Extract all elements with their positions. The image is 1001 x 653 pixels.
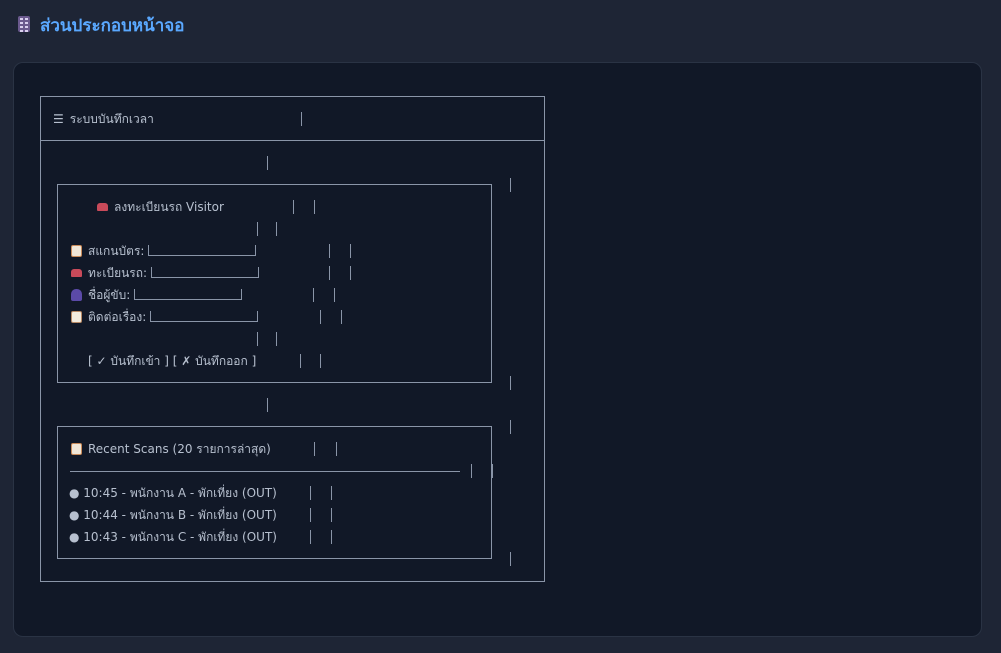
driver-name-input[interactable]: [134, 289, 243, 300]
app-title: ระบบบันทึกเวลา: [69, 112, 154, 126]
check-in-button[interactable]: ✓ บันทึกเข้า: [97, 354, 161, 368]
driver-name-row: ชื่อผู้ขับ:: [71, 288, 243, 302]
page-title: ส่วนประกอบหน้าจอ: [40, 16, 185, 36]
license-plate-input[interactable]: [150, 267, 259, 278]
list-item: ● 10:45 - พนักงาน A - พักเที่ยง (OUT): [69, 486, 277, 500]
license-plate-row: ทะเบียนรถ:: [71, 266, 259, 280]
visitor-title: ลงทะเบียนรถ Visitor: [114, 200, 224, 214]
purpose-row: ติดต่อเรื่อง:: [71, 310, 259, 324]
purpose-input[interactable]: [150, 311, 259, 322]
memo-icon: [71, 311, 82, 323]
clipboard-icon: [71, 245, 82, 257]
page-header: ส่วนประกอบหน้าจอ: [0, 0, 1001, 48]
screen-wireframe-panel: ☰ ระบบบันทึกเวลา ลงทะเบียนรถ Visitor สแกน…: [13, 62, 982, 637]
scan-card-input[interactable]: [148, 245, 257, 256]
recent-title: Recent Scans (20 รายการล่าสุด): [88, 442, 271, 456]
clipboard-icon: [71, 443, 82, 455]
menu-icon[interactable]: ☰: [53, 112, 64, 126]
car-icon: [97, 203, 108, 211]
recent-divider: [70, 471, 460, 472]
list-item: ● 10:44 - พนักงาน B - พักเที่ยง (OUT): [69, 508, 277, 522]
app-title-row: ☰ ระบบบันทึกเวลา: [53, 112, 154, 126]
abacus-icon: [18, 16, 30, 32]
title-divider: [40, 140, 545, 141]
car-icon: [71, 269, 82, 277]
check-out-button[interactable]: ✗ บันทึกออก: [181, 354, 248, 368]
list-item: ● 10:43 - พนักงาน C - พักเที่ยง (OUT): [69, 530, 277, 544]
recent-title-row: Recent Scans (20 รายการล่าสุด): [71, 442, 271, 456]
user-icon: [71, 289, 82, 301]
visitor-title-row: ลงทะเบียนรถ Visitor: [97, 200, 224, 214]
scan-card-row: สแกนบัตร:: [71, 244, 257, 258]
action-buttons-row: [ ✓ บันทึกเข้า ] [ ✗ บันทึกออก ]: [88, 354, 257, 368]
